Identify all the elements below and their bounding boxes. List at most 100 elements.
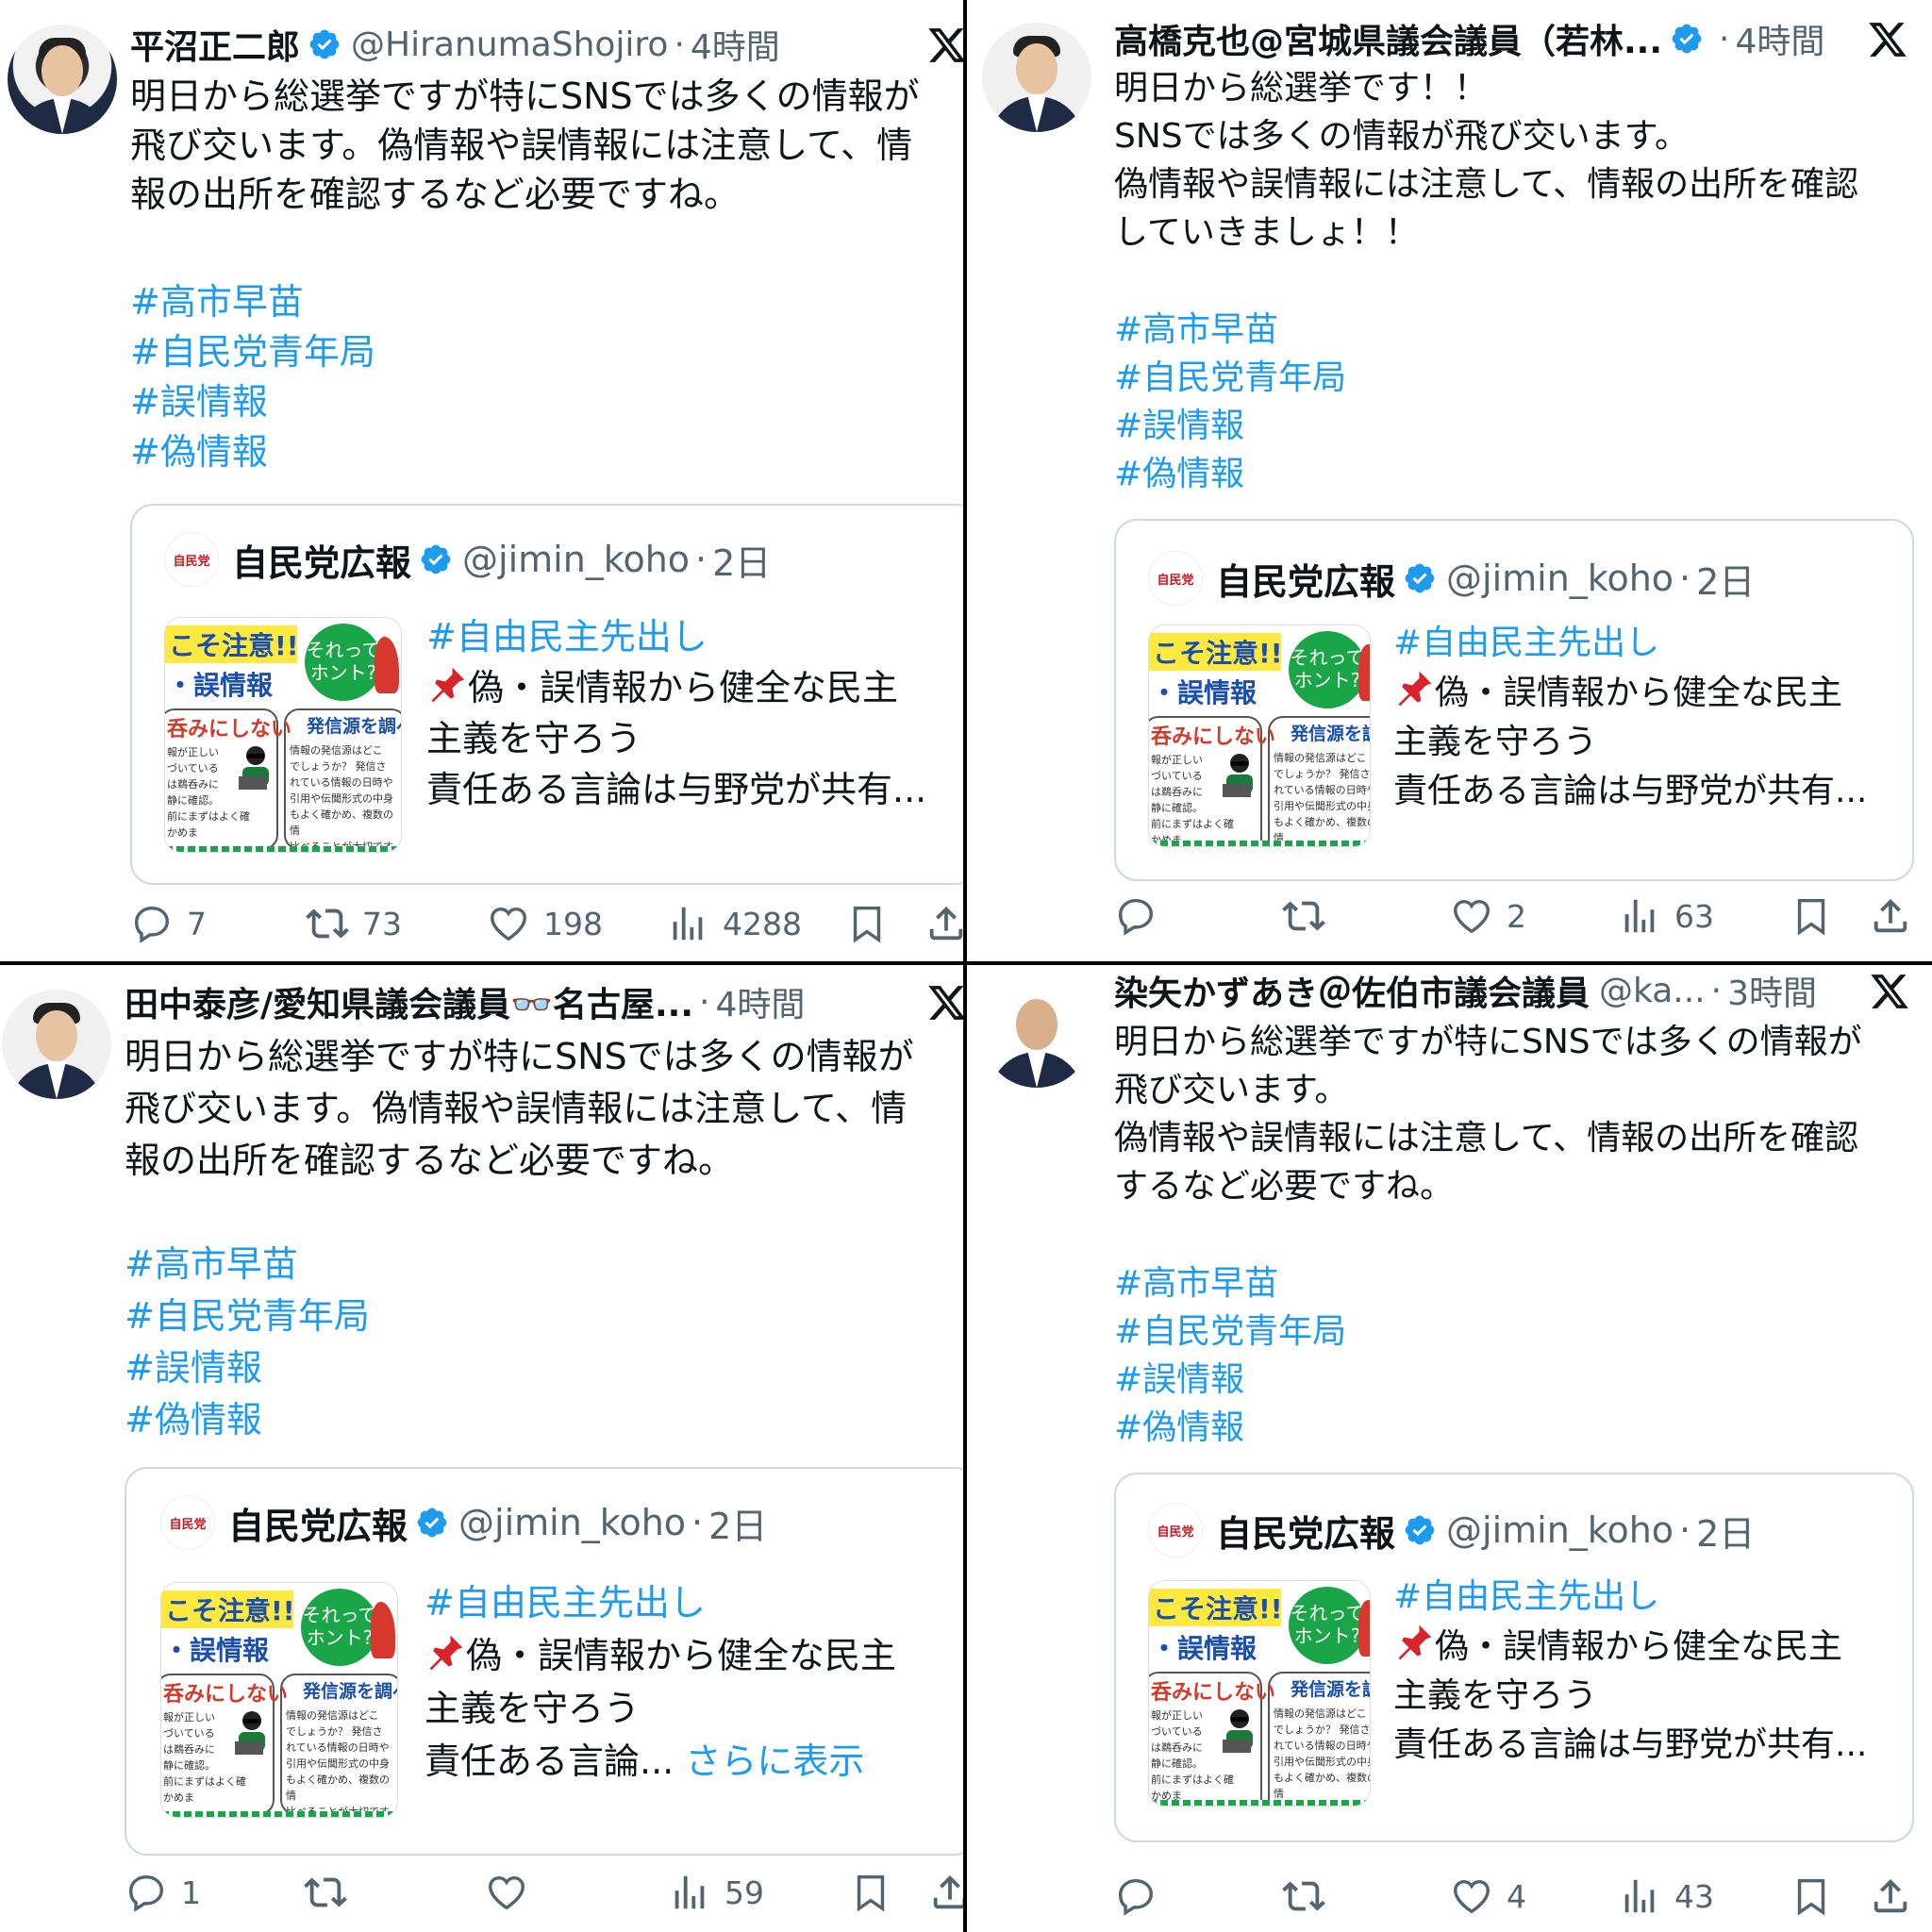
views-icon — [673, 907, 703, 941]
author-avatar[interactable] — [982, 978, 1091, 1088]
views-button[interactable]: 63 — [1618, 894, 1714, 938]
author-avatar[interactable] — [8, 25, 117, 134]
hashtag-link[interactable]: #高市早苗 — [1114, 1259, 1346, 1307]
quoted-hashtag[interactable]: #自由民主先出し — [1393, 619, 1867, 668]
repost-button[interactable]: 73 — [306, 902, 402, 945]
hashtag-link[interactable]: #誤情報 — [130, 377, 375, 427]
view-count: 63 — [1674, 897, 1714, 935]
tweet-header: 染矢かずあき＠佐伯市議会議員 @ka... · 3時間 — [1114, 967, 1817, 1014]
bookmark-button[interactable] — [849, 1871, 892, 1914]
quoted-timestamp: 2日 — [712, 541, 772, 584]
quoted-text-line: 責任ある言論は与野党が共有... — [1393, 772, 1868, 810]
tweet-panel-4: 染矢かずあき＠佐伯市議会議員 @ka... · 3時間 明日から総選挙ですが特に… — [967, 965, 1932, 1932]
quoted-hashtag[interactable]: #自由民主先出し — [425, 1576, 896, 1629]
like-button[interactable] — [485, 1871, 541, 1914]
quoted-tweet[interactable]: 自民党 自民党広報 @jimin_koho · 2日 こそ注意!! ・誤情報 そ… — [1114, 1473, 1914, 1842]
author-name[interactable]: 高橋克也@宮城県議会議員（若林... — [1114, 14, 1662, 63]
share-button[interactable] — [1869, 1874, 1912, 1918]
like-icon — [1454, 899, 1490, 934]
author-avatar[interactable] — [982, 23, 1091, 132]
verified-badge-icon — [309, 29, 340, 59]
hashtag-link[interactable]: #高市早苗 — [125, 1239, 370, 1291]
quoted-author-avatar[interactable]: 自民党 — [164, 532, 219, 587]
timestamp[interactable]: 4時間 — [715, 977, 805, 1026]
quoted-media-thumbnail[interactable]: こそ注意!! ・誤情報 それって ホント? 呑みにしない 発信源を調べ 報が正し… — [160, 1582, 398, 1818]
thumbnail-box1-heading: 呑みにしない — [1151, 725, 1276, 749]
thumbnail-box2-heading: 発信源を調べ — [1291, 724, 1370, 744]
quoted-text-line: 主義を守ろう — [1393, 723, 1598, 761]
hashtag-link[interactable]: #誤情報 — [1114, 1356, 1346, 1404]
quoted-tweet[interactable]: 自民党 自民党広報 @jimin_koho · 2日 こそ注意!! ・誤情報 そ… — [125, 1467, 963, 1856]
share-button[interactable] — [924, 902, 963, 945]
hashtag-link[interactable]: #偽情報 — [1114, 450, 1346, 498]
bookmark-icon — [1797, 1878, 1825, 1916]
reply-button[interactable] — [1114, 894, 1171, 938]
quoted-hashtag[interactable]: #自由民主先出し — [1393, 1573, 1867, 1622]
author-name[interactable]: 平沼正二郎 — [130, 20, 300, 69]
hashtag-link[interactable]: #自民党青年局 — [1114, 1307, 1346, 1356]
show-more-link[interactable]: さらに表示 — [685, 1740, 864, 1782]
share-button[interactable] — [928, 1871, 963, 1914]
author-handle[interactable]: @HiranumaShojiro — [351, 25, 668, 64]
hashtag-link[interactable]: #高市早苗 — [1114, 306, 1346, 354]
hashtag-link[interactable]: #自民党青年局 — [130, 327, 375, 377]
timestamp[interactable]: 4時間 — [691, 20, 780, 69]
quoted-author-name: 自民党広報 — [232, 541, 412, 584]
bookmark-button[interactable] — [845, 902, 889, 945]
pushpin-icon — [1398, 671, 1432, 707]
quoted-media-thumbnail[interactable]: こそ注意!! ・誤情報 それって ホント? 呑みにしない 発信源を調べ 報が正し… — [1148, 625, 1371, 847]
quoted-author-name: 自民党広報 — [1216, 560, 1396, 603]
hashtag-link[interactable]: #偽情報 — [1114, 1404, 1346, 1452]
quoted-author-avatar[interactable]: 自民党 — [160, 1495, 215, 1550]
timestamp[interactable]: 3時間 — [1727, 966, 1817, 1015]
reply-button[interactable]: 1 — [125, 1871, 201, 1914]
author-handle[interactable]: @ka... — [1599, 972, 1706, 1010]
mascot-illustration — [375, 637, 399, 693]
quoted-hashtag[interactable]: #自由民主先出し — [426, 611, 926, 662]
hashtag-link[interactable]: #偽情報 — [130, 427, 375, 477]
bookmark-button[interactable] — [1790, 1874, 1833, 1918]
quoted-timestamp: 2日 — [708, 1505, 768, 1547]
reply-button[interactable] — [1114, 1874, 1171, 1918]
quoted-author-avatar[interactable]: 自民党 — [1148, 1503, 1203, 1557]
repost-button[interactable] — [1282, 894, 1339, 938]
hashtag-list: #高市早苗 #自民党青年局 #誤情報 #偽情報 — [130, 277, 375, 477]
like-button[interactable]: 2 — [1450, 894, 1526, 938]
quoted-media-thumbnail[interactable]: こそ注意!! ・誤情報 それって ホント? 呑みにしない 発信源を調べ 報が正し… — [1148, 1580, 1371, 1807]
like-button[interactable]: 4 — [1450, 1874, 1526, 1918]
bookmark-button[interactable] — [1790, 894, 1833, 938]
quoted-tweet[interactable]: 自民党 自民党広報 @jimin_koho · 2日 こそ注意!! ・誤情報 そ… — [1114, 519, 1914, 881]
timestamp[interactable]: 4時間 — [1735, 14, 1824, 63]
reply-button[interactable]: 7 — [130, 902, 207, 945]
quoted-tweet-header: 自民党 自民党広報 @jimin_koho · 2日 — [1148, 1503, 1755, 1557]
hashtag-link[interactable]: #高市早苗 — [130, 277, 375, 327]
quoted-media-thumbnail[interactable]: こそ注意!! ・誤情報 それって ホント? 呑みにしない 発信源を調べ 報が正し… — [164, 617, 402, 853]
like-icon — [489, 1875, 525, 1910]
hashtag-link[interactable]: #誤情報 — [125, 1342, 370, 1394]
quoted-timestamp: 2日 — [1696, 1512, 1756, 1555]
quoted-tweet-header: 自民党 自民党広報 @jimin_koho · 2日 — [1148, 551, 1755, 606]
author-avatar[interactable] — [2, 990, 111, 1099]
share-button[interactable] — [1869, 894, 1912, 938]
mascot-illustration — [371, 1602, 395, 1658]
author-name[interactable]: 田中泰彦/愛知県議会議員👓名古屋... — [125, 977, 693, 1026]
hashtag-link[interactable]: #自民党青年局 — [125, 1291, 370, 1342]
repost-button[interactable] — [304, 1871, 360, 1914]
hacker-illustration — [1223, 754, 1253, 797]
views-icon — [1624, 1879, 1655, 1913]
views-button[interactable]: 4288 — [666, 902, 802, 945]
hashtag-link[interactable]: #誤情報 — [1114, 402, 1346, 450]
hashtag-link[interactable]: #偽情報 — [125, 1394, 370, 1446]
repost-button[interactable] — [1282, 1874, 1339, 1918]
like-button[interactable]: 198 — [487, 902, 603, 945]
hashtag-link[interactable]: #自民党青年局 — [1114, 354, 1346, 402]
quoted-author-avatar[interactable]: 自民党 — [1148, 551, 1203, 606]
author-name[interactable]: 染矢かずあき＠佐伯市議会議員 — [1114, 966, 1590, 1015]
quoted-tweet-text: #自由民主先出し 偽・誤情報から健全な民主 主義を守ろう 責任ある言論は与野党が… — [1393, 619, 1867, 816]
views-button[interactable]: 59 — [668, 1871, 764, 1914]
views-button[interactable]: 43 — [1618, 1874, 1714, 1918]
quoted-tweet[interactable]: 自民党 自民党広報 @jimin_koho · 2日 こそ注意!! ・誤情報 そ… — [130, 504, 963, 885]
like-icon — [491, 907, 526, 941]
quoted-author-handle: @jimin_koho — [462, 539, 691, 580]
pushpin-icon — [431, 667, 465, 703]
